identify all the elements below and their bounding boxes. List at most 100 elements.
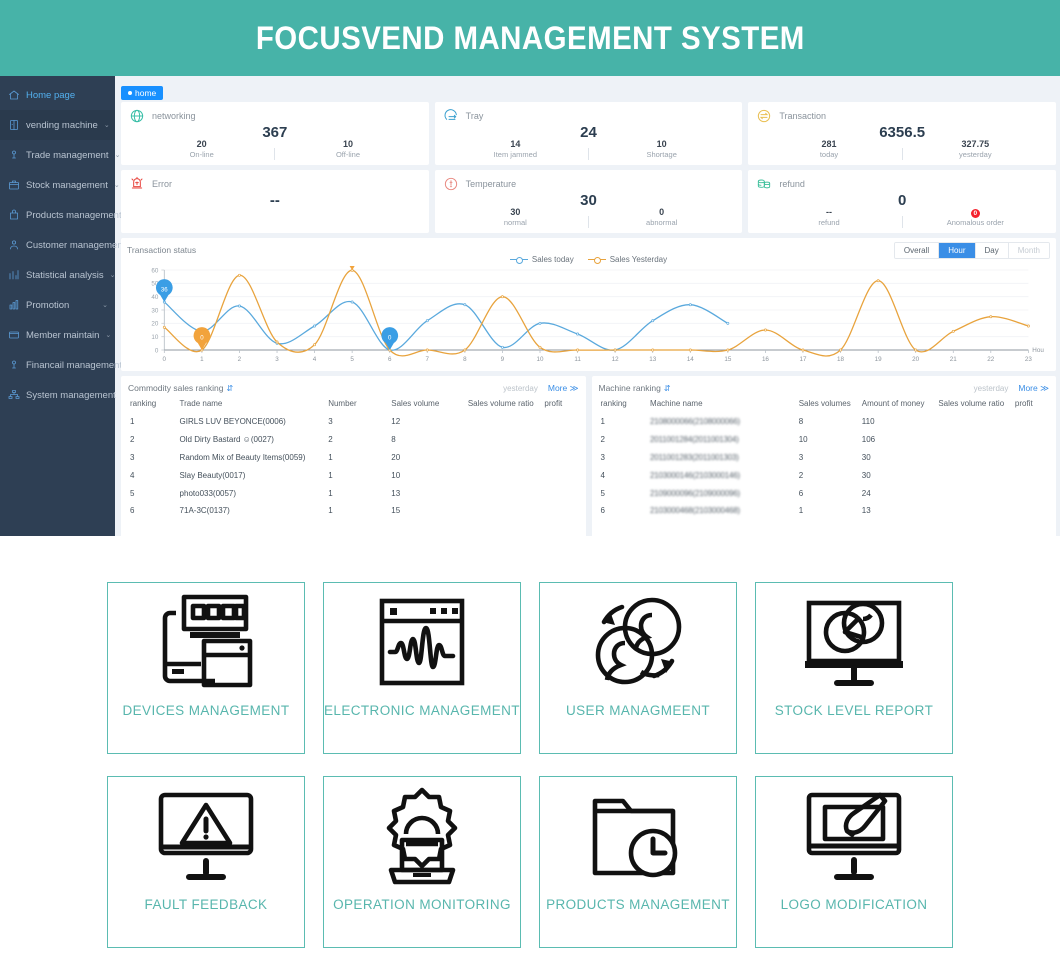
table-cell: Slay Beauty(0017) bbox=[179, 470, 246, 480]
stat-card-temperature[interactable]: Temperature 30 30 normal 0 abnormal bbox=[434, 170, 743, 233]
svg-text:40: 40 bbox=[151, 294, 158, 301]
stat-right-label: Anomalous order bbox=[946, 218, 1004, 227]
table-row[interactable]: 2 2011001284(2011001304) 10 106 bbox=[599, 431, 1050, 449]
table-row[interactable]: 6 71A-3C(0137) 1 15 bbox=[128, 502, 579, 520]
feature-card-logo-modification[interactable]: LOGO MODIFICATION bbox=[755, 776, 953, 948]
member-icon bbox=[7, 329, 20, 342]
sort-icon[interactable]: ⇵ bbox=[226, 384, 233, 393]
chevron-down-icon: ⌄ bbox=[102, 302, 108, 309]
table-row[interactable]: 1 GIRLS LUV BEYONCE(0006) 3 12 bbox=[128, 413, 579, 431]
feature-card-products-management[interactable]: PRODUCTS MANAGEMENT bbox=[539, 776, 737, 948]
stat-card-refund[interactable]: refund 0 -- refund 0 Anomalous order bbox=[748, 170, 1056, 233]
commodity-more-link[interactable]: More ≫ bbox=[548, 383, 579, 394]
table-cell: 24 bbox=[861, 488, 871, 498]
table-row[interactable]: 4 2103000146(2103000146) 2 30 bbox=[599, 466, 1050, 484]
table-row[interactable]: 3 2011001283(2011001303) 3 30 bbox=[599, 449, 1050, 467]
table-header-row: ranking Trade name Number Sales volume Sales… bbox=[128, 395, 579, 413]
sidebar-item-statistical-analysis[interactable]: Statistical analysis ⌄ bbox=[0, 260, 116, 290]
sidebar-item-member-maintain[interactable]: Member maintain ⌄ bbox=[0, 320, 115, 350]
table-cell: 3 bbox=[600, 452, 605, 462]
sidebar-item-promotion[interactable]: Promotion ⌄ bbox=[0, 290, 115, 320]
sidebar-item-stock-management[interactable]: Stock management ⌄ bbox=[0, 170, 120, 200]
svg-text:15: 15 bbox=[724, 356, 731, 363]
sidebar-item-system-management[interactable]: System management bbox=[0, 380, 116, 410]
sidebar-item-products-management[interactable]: Products management bbox=[0, 200, 122, 230]
table-cell: 1 bbox=[130, 417, 135, 427]
table-row[interactable]: 5 2109000096(2109000096) 6 24 bbox=[599, 484, 1050, 502]
sort-icon[interactable]: ⇵ bbox=[664, 384, 671, 393]
stat-card-transaction[interactable]: Transaction 6356.5 281 today 327.75 yest… bbox=[748, 102, 1056, 165]
table-cell: 13 bbox=[861, 506, 871, 516]
svg-text:10: 10 bbox=[537, 356, 544, 363]
feature-card-grid: DEVICES MANAGEMENT ELECTRONIC MANAGEMENT U… bbox=[0, 536, 1060, 948]
stat-card-networking[interactable]: networking 367 20 On-line 10 Off-line bbox=[121, 102, 429, 165]
feature-card-label: FAULT FEEDBACK bbox=[144, 897, 268, 912]
stat-card-tray[interactable]: Tray 24 14 Item jammed 10 Shortage bbox=[434, 102, 743, 165]
sidebar-item-vending-machine[interactable]: vending machine ⌄ bbox=[0, 110, 115, 140]
table-cell bbox=[936, 413, 1013, 431]
feature-card-user-managmeent[interactable]: USER MANAGMEENT bbox=[539, 582, 737, 754]
table-row[interactable]: 3 Random Mix of Beauty Items(0059) 1 20 bbox=[128, 449, 579, 467]
refund-icon bbox=[756, 176, 772, 192]
stat-left: -- refund bbox=[756, 207, 901, 228]
stat-card-footer: 20 On-line 10 Off-line bbox=[129, 139, 421, 160]
table-cell bbox=[542, 413, 578, 431]
stat-right: 327.75 yesterday bbox=[903, 139, 1048, 160]
table-cell: 30 bbox=[861, 470, 871, 480]
svg-text:10: 10 bbox=[151, 334, 158, 341]
legend-item-sales-today[interactable]: Sales today bbox=[509, 255, 574, 264]
table-cell: Old Dirty Bastard ☺(0027) bbox=[179, 435, 274, 445]
monitor-pie-icon bbox=[795, 583, 913, 703]
machine-ranking-table: ranking Machine name Sales volumes Amount o… bbox=[599, 395, 1050, 520]
content-area: home networking 367 20 On-line 10 Off-li… bbox=[115, 76, 1060, 536]
table-cell: 2011001284(2011001304) bbox=[650, 435, 739, 445]
table-cell: 6 bbox=[130, 506, 135, 516]
stat-card-footer: 30 normal 0 abnormal bbox=[443, 207, 735, 228]
table-row[interactable]: 6 2103000468(2103000468) 1 13 bbox=[599, 502, 1050, 520]
table-row[interactable]: 4 Slay Beauty(0017) 1 10 bbox=[128, 466, 579, 484]
table-cell: 2 bbox=[130, 435, 135, 445]
stat-card-footer: 281 today 327.75 yesterday bbox=[756, 139, 1048, 160]
stat-card-error[interactable]: Error -- bbox=[121, 170, 429, 233]
stat-card-header: Error bbox=[129, 176, 421, 192]
commodity-ranking-panel: Commodity sales ranking ⇵ yesterday More… bbox=[121, 376, 586, 536]
sidebar-item-label: vending machine bbox=[26, 119, 98, 131]
column-header: ranking bbox=[130, 399, 157, 408]
table-cell: 1 bbox=[328, 452, 333, 462]
table-cell bbox=[542, 502, 578, 520]
table-row[interactable]: 1 2108000066(2108000066) 8 110 bbox=[599, 413, 1050, 431]
feature-card-electronic-management[interactable]: ELECTRONIC MANAGEMENT bbox=[323, 582, 521, 754]
column-header: Trade name bbox=[179, 399, 223, 408]
feature-card-stock-level-report[interactable]: STOCK LEVEL REPORT bbox=[755, 582, 953, 754]
svg-text:9: 9 bbox=[501, 356, 505, 363]
machine-more-link[interactable]: More ≫ bbox=[1018, 383, 1049, 394]
feature-card-fault-feedback[interactable]: FAULT FEEDBACK bbox=[107, 776, 305, 948]
monitor-warning-icon bbox=[147, 777, 265, 897]
monitor-brush-icon bbox=[795, 777, 913, 897]
feature-card-devices-management[interactable]: DEVICES MANAGEMENT bbox=[107, 582, 305, 754]
app-shell: Home page vending machine ⌄ Trade managemen… bbox=[0, 76, 1060, 536]
sidebar-item-financail-management[interactable]: Financail management bbox=[0, 350, 122, 380]
sidebar-item-label: Customer management bbox=[26, 239, 126, 251]
table-cell: 8 bbox=[391, 435, 396, 445]
chevron-down-icon: ⌄ bbox=[114, 152, 121, 159]
folder-clock-icon bbox=[579, 777, 697, 897]
table-row[interactable]: 2 Old Dirty Bastard ☺(0027) 2 8 bbox=[128, 431, 579, 449]
svg-text:18: 18 bbox=[837, 356, 844, 363]
table-cell bbox=[1013, 466, 1049, 484]
tab-bar: home bbox=[121, 82, 1056, 100]
column-header: Sales volumes bbox=[798, 399, 851, 408]
table-cell: 13 bbox=[391, 488, 401, 498]
machine-ranking-title: Machine ranking bbox=[598, 383, 661, 393]
feature-card-operation-monitoring[interactable]: OPERATION MONITORING bbox=[323, 776, 521, 948]
legend-item-sales-yesterday[interactable]: Sales Yesterday bbox=[587, 255, 667, 264]
tab-home[interactable]: home bbox=[121, 86, 164, 100]
sidebar-item-home-page[interactable]: Home page bbox=[0, 80, 115, 110]
sidebar-item-trade-management[interactable]: Trade management ⌄ bbox=[0, 140, 120, 170]
stat-right-label: yesterday bbox=[959, 150, 992, 159]
table-row[interactable]: 5 photo033(0057) 1 13 bbox=[128, 484, 579, 502]
table-cell: 12 bbox=[391, 417, 401, 427]
sidebar-item-customer-management[interactable]: Customer management bbox=[0, 230, 125, 260]
table-cell: 1 bbox=[600, 417, 605, 427]
column-header: ranking bbox=[600, 399, 627, 408]
